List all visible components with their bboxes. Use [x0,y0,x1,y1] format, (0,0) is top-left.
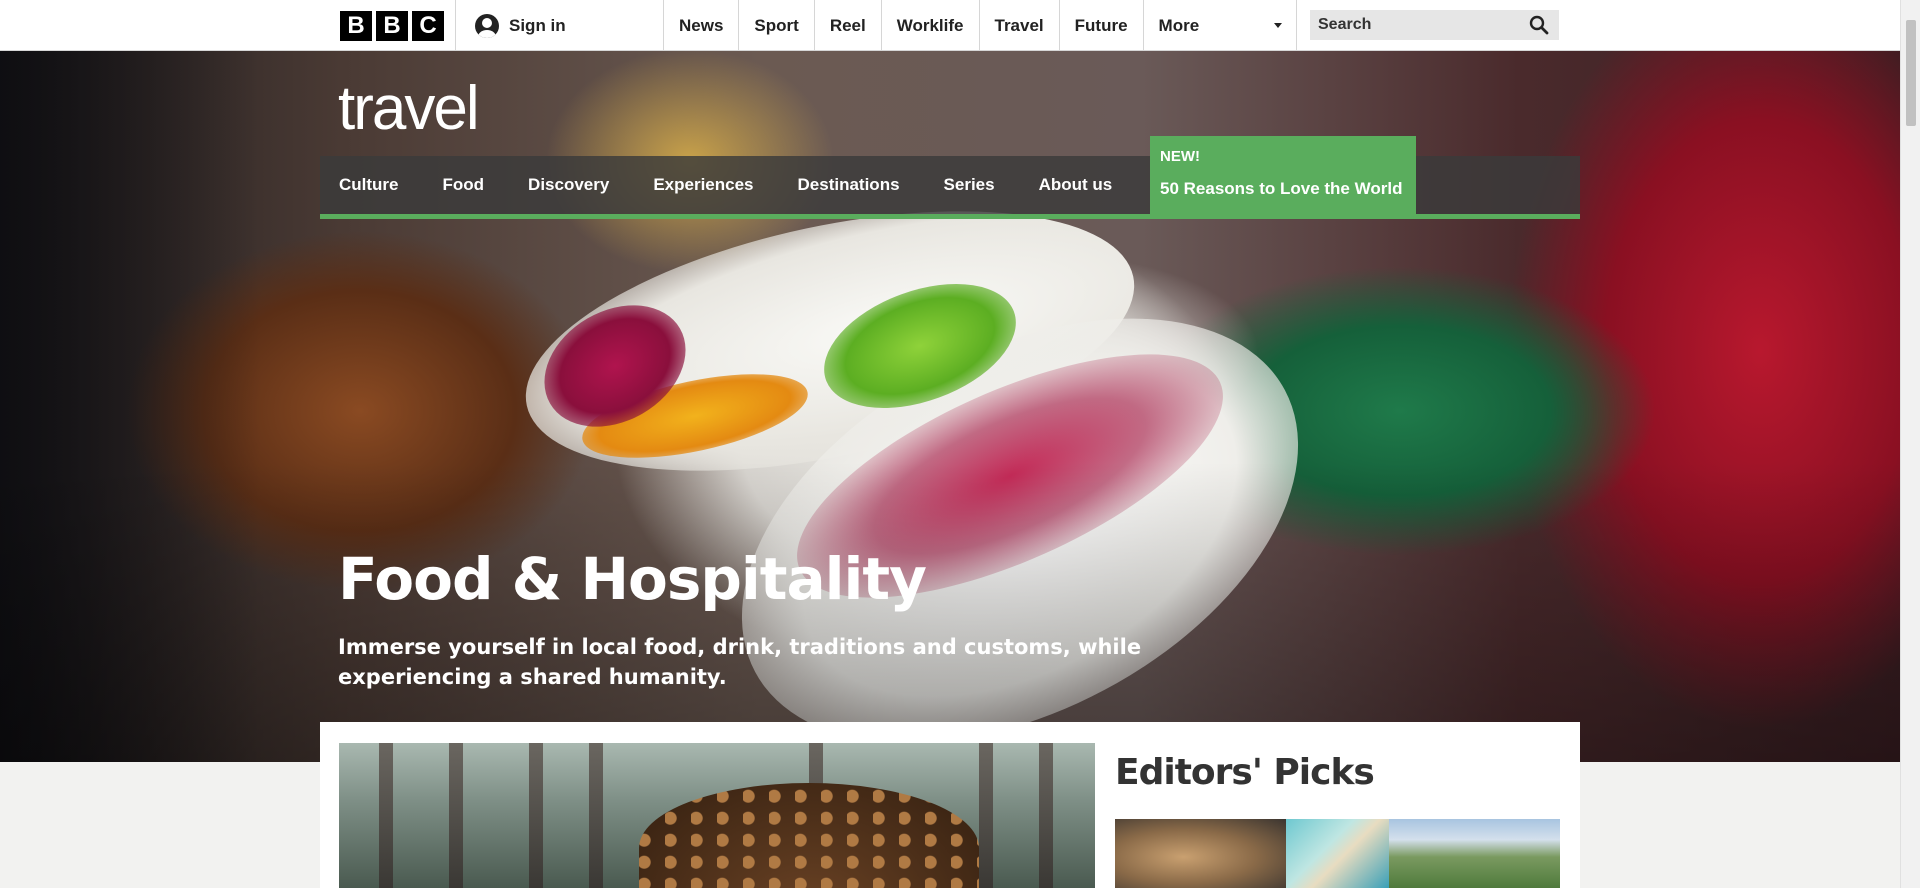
travel-nav-about-us[interactable]: About us [1039,175,1113,195]
bbc-logo-letter: C [412,11,444,41]
hero-title: Food & Hospitality [338,545,927,613]
travel-nav-series[interactable]: Series [944,175,995,195]
bbc-main-nav: News Sport Reel Worklife Travel Future M… [663,0,1297,51]
nav-item-news[interactable]: News [663,0,738,51]
user-avatar-icon [475,13,499,38]
travel-logo[interactable]: travel [338,78,480,140]
travel-nav-destinations[interactable]: Destinations [798,175,900,195]
editors-pick-image[interactable] [1286,819,1389,888]
travel-nav-experiences[interactable]: Experiences [653,175,753,195]
bbc-logo-letter: B [376,11,408,41]
nav-item-travel[interactable]: Travel [978,0,1059,51]
nav-item-sport[interactable]: Sport [738,0,813,51]
bbc-top-bar: B B C Sign in News Sport Reel Worklife T… [0,0,1900,51]
new-badge: NEW! [1160,148,1200,165]
nav-item-reel[interactable]: Reel [813,0,881,51]
image-detail [379,743,393,888]
hero-subtitle: Immerse yourself in local food, drink, t… [338,635,1142,689]
nav-item-worklife[interactable]: Worklife [880,0,979,51]
image-detail [1039,743,1053,888]
bbc-logo[interactable]: B B C [340,11,444,41]
content-panel: Editors' Picks [320,722,1580,888]
bbc-logo-letter: B [340,11,372,41]
image-detail [639,783,979,888]
editors-pick-image[interactable] [1389,819,1560,888]
more-menu-button[interactable]: More [1142,0,1297,51]
travel-nav-culture[interactable]: Culture [339,175,399,195]
search-input[interactable] [1318,16,1518,34]
editors-picks-images [1115,819,1560,888]
editors-picks-title: Editors' Picks [1115,752,1375,793]
promo-text: 50 Reasons to Love the World [1160,179,1403,198]
sign-in-link[interactable]: Sign in [455,0,663,51]
hero-image-shade [0,462,1900,762]
editors-pick-image[interactable] [1115,819,1286,888]
new-promo-link[interactable]: NEW! 50 Reasons to Love the World [1150,136,1416,214]
travel-nav-food[interactable]: Food [443,175,485,195]
image-detail [449,743,463,888]
sign-in-label: Sign in [509,15,566,35]
caret-down-icon [1273,23,1282,28]
travel-nav-discovery[interactable]: Discovery [528,175,609,195]
scrollbar-thumb[interactable] [1906,20,1916,126]
search-box [1310,10,1559,40]
image-detail [589,743,603,888]
page-scrollbar[interactable] [1900,0,1920,888]
nav-item-future[interactable]: Future [1058,0,1143,51]
image-detail [979,743,993,888]
feature-story-image[interactable] [339,743,1095,888]
more-label: More [1158,15,1200,35]
magnifier-icon[interactable] [1529,15,1549,35]
image-detail [529,743,543,888]
